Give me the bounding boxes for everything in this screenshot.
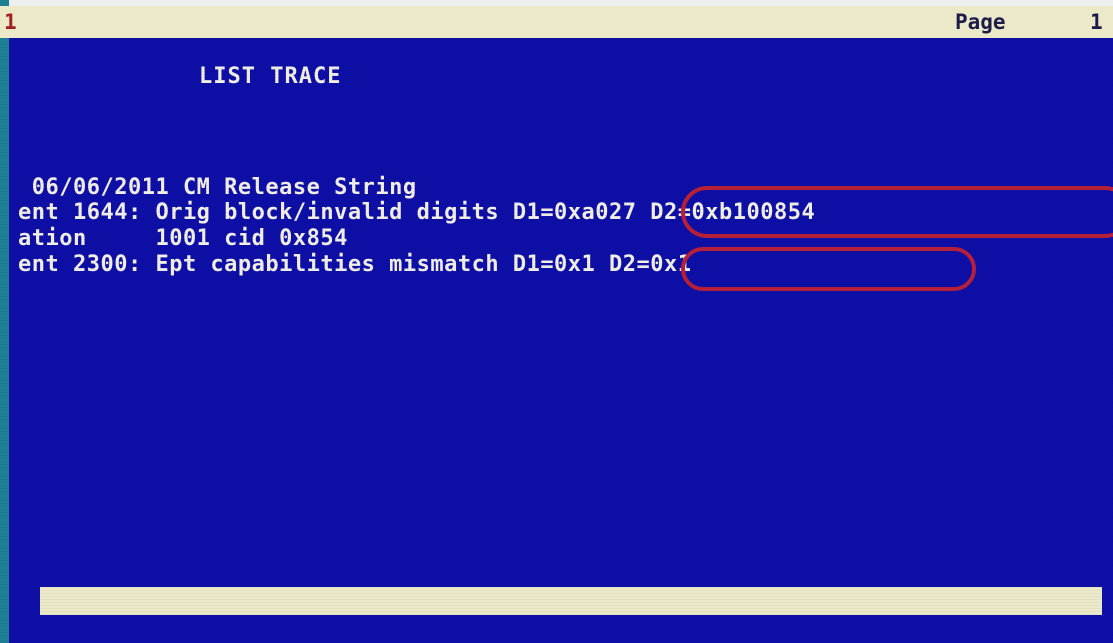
command-input-bar[interactable]: [40, 587, 1102, 615]
trace-line-event-2300: ent 2300: Ept capabilities mismatch D1=0…: [18, 252, 692, 277]
trace-line-release: 06/06/2011 CM Release String: [18, 175, 417, 200]
trace-line-station: ation 1001 cid 0x854: [18, 226, 348, 251]
terminal-screen: 1 Page 1 LIST TRACE 06/06/2011 CM Releas…: [0, 0, 1113, 643]
highlight-oval-d1-d2-event-2300: [681, 247, 976, 291]
monitor-bezel-left: [0, 0, 9, 643]
highlight-oval-d1-d2-event-1644: [681, 186, 1113, 238]
screen-scanline-overlay: [0, 38, 1113, 643]
page-title: LIST TRACE: [199, 64, 342, 89]
header-left-number: 1: [4, 10, 17, 34]
page-label: Page: [955, 10, 1006, 34]
page-number: 1: [1090, 10, 1103, 34]
header-bar: 1 Page 1: [0, 6, 1113, 38]
